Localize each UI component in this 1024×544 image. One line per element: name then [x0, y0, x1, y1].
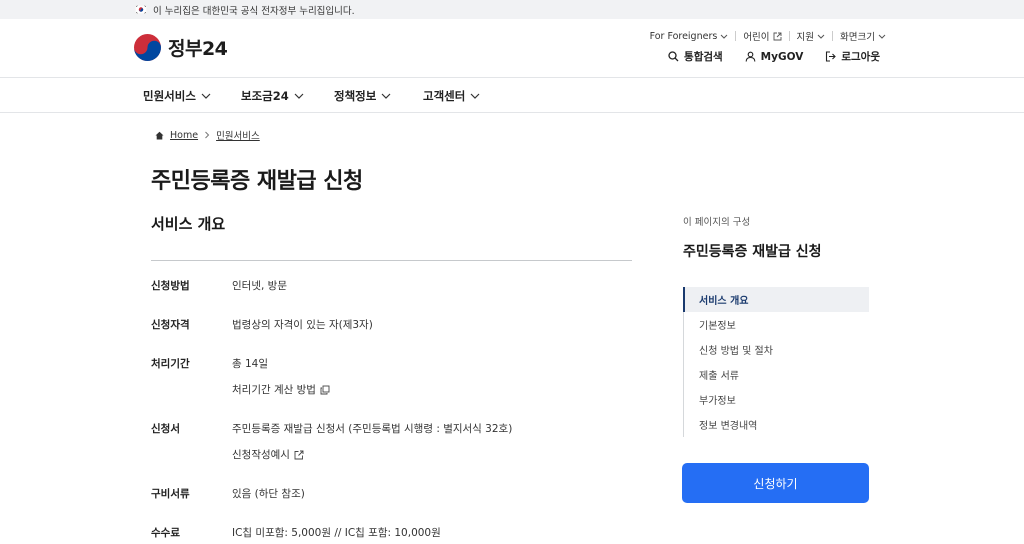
chevron-down-icon — [878, 34, 886, 39]
form-example-link[interactable]: 신청작성예시 — [232, 447, 304, 462]
nav-subsidy[interactable]: 보조금24 — [241, 78, 304, 113]
divider — [832, 31, 834, 41]
taegeuk-logo-icon — [134, 34, 161, 61]
period-calc-link-text: 처리기간 계산 방법 — [232, 384, 316, 396]
nav-label: 정책정보 — [334, 88, 377, 103]
section-title: 서비스 개요 — [151, 215, 226, 233]
for-foreigners-label: For Foreigners — [649, 30, 718, 42]
chevron-down-icon — [720, 34, 728, 39]
chevron-right-icon — [205, 131, 210, 139]
mygov-button[interactable]: MyGOV — [745, 50, 804, 63]
fee-value: IC칩 미포함: 5,000원 // IC칩 포함: 10,000원 — [232, 525, 441, 540]
toc-item-change-history[interactable]: 정보 변경내역 — [684, 412, 869, 437]
chevron-down-icon — [201, 93, 211, 99]
breadcrumb-current[interactable]: 민원서비스 — [216, 128, 260, 142]
form-example-link-text: 신청작성예시 — [232, 449, 290, 461]
qualification-value: 법령상의 자격이 있는 자(제3자) — [232, 317, 373, 332]
period-value-text: 총 14일 — [232, 358, 269, 370]
qualification-value-text: 법령상의 자격이 있는 자(제3자) — [232, 319, 373, 331]
period-value: 총 14일 — [232, 356, 268, 371]
logo[interactable]: 정부24 — [133, 33, 228, 62]
screen-size-label: 화면크기 — [840, 32, 875, 43]
search-icon — [668, 51, 679, 62]
external-link-icon — [773, 32, 781, 40]
nav-label: 민원서비스 — [143, 88, 196, 103]
form-label: 신청서 — [151, 423, 180, 435]
header: 정부24 For Foreigners 어린이 지원 화면크기 통합검색 MyG… — [0, 19, 1024, 78]
gov-banner: 이 누리집은 대한민국 공식 전자정부 누리집입니다. — [0, 0, 1024, 19]
nav-policy[interactable]: 정책정보 — [334, 78, 391, 113]
external-link-icon — [294, 450, 304, 459]
toc-item-basic-info[interactable]: 기본정보 — [684, 312, 869, 337]
chevron-down-icon — [470, 93, 480, 99]
nav-customer-center[interactable]: 고객센터 — [423, 78, 480, 113]
nav-label: 고객센터 — [423, 88, 466, 103]
documents-value: 있음 (하단 참조) — [232, 486, 305, 501]
documents-label: 구비서류 — [151, 488, 190, 500]
breadcrumb: Home 민원서비스 — [155, 128, 260, 142]
toc-list: 서비스 개요 기본정보 신청 방법 및 절차 제출 서류 부가정보 정보 변경내… — [683, 287, 869, 437]
chevron-down-icon — [817, 34, 825, 39]
toc-item-submission-documents[interactable]: 제출 서류 — [684, 362, 869, 387]
utility-bottom-menu: 통합검색 MyGOV 로그아웃 — [668, 49, 880, 64]
logout-button[interactable]: 로그아웃 — [825, 49, 880, 64]
method-value: 인터넷, 방문 — [232, 278, 287, 293]
utility-top-menu: For Foreigners 어린이 지원 화면크기 — [650, 29, 886, 43]
fee-value-text: IC칩 미포함: 5,000원 // IC칩 포함: 10,000원 — [232, 527, 441, 539]
breadcrumb-home[interactable]: Home — [170, 130, 198, 141]
chevron-down-icon — [294, 93, 304, 99]
logo-text: 정부24 — [168, 38, 228, 60]
chevron-down-icon — [381, 93, 391, 99]
kids-link[interactable]: 어린이 — [743, 29, 781, 43]
form-value-text: 주민등록증 재발급 신청서 (주민등록법 시행령 : 별지서식 32호) — [232, 423, 513, 435]
qualification-label: 신청자격 — [151, 319, 190, 331]
page-title: 주민등록증 재발급 신청 — [151, 169, 363, 194]
home-icon — [155, 131, 164, 139]
method-value-text: 인터넷, 방문 — [232, 280, 287, 292]
toc-item-additional-info[interactable]: 부가정보 — [684, 387, 869, 412]
global-nav: 민원서비스 보조금24 정책정보 고객센터 — [0, 78, 1024, 113]
divider — [735, 31, 737, 41]
for-foreigners-menu[interactable]: For Foreigners — [650, 31, 729, 42]
period-label: 처리기간 — [151, 358, 190, 370]
documents-value-text: 있음 (하단 참조) — [232, 488, 305, 500]
copy-icon — [320, 385, 330, 394]
form-value: 주민등록증 재발급 신청서 (주민등록법 시행령 : 별지서식 32호) — [232, 421, 512, 436]
integrated-search-button[interactable]: 통합검색 — [668, 49, 723, 64]
logout-label: 로그아웃 — [841, 51, 880, 63]
korean-flag-icon — [135, 5, 147, 14]
kids-label: 어린이 — [743, 32, 770, 43]
support-menu[interactable]: 지원 — [797, 29, 825, 43]
toc-caption: 이 페이지의 구성 — [683, 217, 751, 228]
nav-civil-service[interactable]: 민원서비스 — [143, 78, 211, 113]
mygov-label: MyGOV — [760, 50, 804, 63]
toc-title: 주민등록증 재발급 신청 — [683, 244, 822, 260]
logout-icon — [826, 51, 837, 62]
support-label: 지원 — [796, 32, 815, 43]
apply-button[interactable]: 신청하기 — [682, 463, 869, 503]
toc-item-service-overview[interactable]: 서비스 개요 — [683, 287, 869, 312]
banner-text: 이 누리집은 대한민국 공식 전자정부 누리집입니다. — [153, 5, 355, 17]
nav-label: 보조금24 — [241, 88, 289, 103]
toc-item-application-procedure[interactable]: 신청 방법 및 절차 — [684, 337, 869, 362]
method-label: 신청방법 — [151, 280, 190, 292]
integrated-search-label: 통합검색 — [684, 51, 723, 63]
period-calc-link[interactable]: 처리기간 계산 방법 — [232, 382, 330, 397]
section-divider — [151, 260, 632, 261]
divider — [788, 31, 790, 41]
screen-size-menu[interactable]: 화면크기 — [840, 29, 886, 43]
fee-label: 수수료 — [151, 527, 180, 539]
user-icon — [745, 51, 756, 62]
